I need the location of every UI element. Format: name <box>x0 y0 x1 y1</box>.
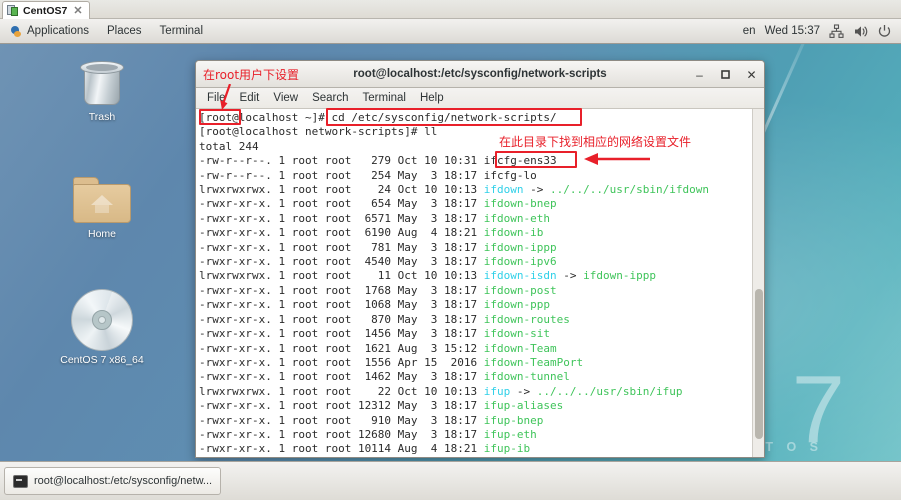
desktop-icon-home[interactable]: Home <box>50 175 154 240</box>
desktop-icon-cdrom[interactable]: CentOS 7 x86_64 <box>50 289 154 366</box>
annotation-box-cd-command <box>326 108 582 126</box>
vm-machine-icon <box>7 4 19 17</box>
scrollbar-thumb[interactable] <box>755 289 763 439</box>
gnome-top-panel: Applications Places Terminal en Wed 15:3… <box>0 19 901 44</box>
annotation-dir-note: 在此目录下找到相应的网络设置文件 <box>499 135 692 149</box>
volume-icon[interactable] <box>853 24 868 39</box>
menu-help[interactable]: Help <box>413 88 451 108</box>
vm-tab-strip: CentOS7 ✕ <box>0 0 901 19</box>
menu-terminal[interactable]: Terminal <box>356 88 413 108</box>
maximize-icon[interactable] <box>719 68 732 82</box>
screen-root: CentOS7 ✕ Applications Places Terminal e… <box>0 0 901 500</box>
annotation-arrow-ifcfg <box>582 150 652 173</box>
desktop-icon-cdrom-label: CentOS 7 x86_64 <box>60 354 144 366</box>
menu-terminal[interactable]: Terminal <box>151 19 212 43</box>
desktop-icon-trash-label: Trash <box>88 111 116 123</box>
wallpaper-brand-number: 7 <box>791 356 845 461</box>
vm-tab-centos7[interactable]: CentOS7 ✕ <box>2 1 90 19</box>
menu-places[interactable]: Places <box>98 19 151 43</box>
bottom-taskbar: root@localhost:/etc/sysconfig/netw... ht… <box>0 461 901 500</box>
menu-view[interactable]: View <box>266 88 305 108</box>
terminal-icon <box>13 474 28 488</box>
menu-places-label: Places <box>107 25 142 37</box>
terminal-menubar: File Edit View Search Terminal Help <box>196 88 764 109</box>
minimize-icon[interactable]: – <box>693 68 706 82</box>
power-icon[interactable] <box>877 24 892 39</box>
cdrom-disc-icon <box>71 289 133 351</box>
clock[interactable]: Wed 15:37 <box>765 25 820 37</box>
annotation-box-root-user <box>199 109 241 125</box>
vm-tab-label: CentOS7 <box>23 4 68 17</box>
menu-terminal-label: Terminal <box>159 25 204 37</box>
menu-applications-label: Applications <box>27 25 90 37</box>
keyboard-layout-indicator[interactable]: en <box>743 25 756 37</box>
terminal-text: [root@localhost ~]# cd /etc/sysconfig/ne… <box>199 111 709 456</box>
menu-applications[interactable]: Applications <box>0 19 98 43</box>
gnome-foot-icon <box>9 25 22 38</box>
desktop-icon-trash[interactable]: Trash <box>50 58 154 123</box>
annotation-root-note: 在root用户下设置 <box>203 68 300 82</box>
taskbar-window-label: root@localhost:/etc/sysconfig/netw... <box>34 475 213 487</box>
terminal-output-area[interactable]: [root@localhost ~]# cd /etc/sysconfig/ne… <box>196 109 764 457</box>
window-controls: – ✕ <box>693 61 758 88</box>
close-icon[interactable]: ✕ <box>73 4 82 17</box>
desktop-icon-home-label: Home <box>87 228 116 240</box>
annotation-box-ifcfg-ens33 <box>495 151 577 168</box>
terminal-scrollbar[interactable] <box>752 109 764 457</box>
taskbar-window-button[interactable]: root@localhost:/etc/sysconfig/netw... <box>4 467 222 495</box>
close-icon[interactable]: ✕ <box>745 68 758 82</box>
trash-icon <box>79 58 125 108</box>
network-icon[interactable] <box>829 23 844 39</box>
home-folder-icon <box>71 175 133 225</box>
menu-search[interactable]: Search <box>305 88 355 108</box>
